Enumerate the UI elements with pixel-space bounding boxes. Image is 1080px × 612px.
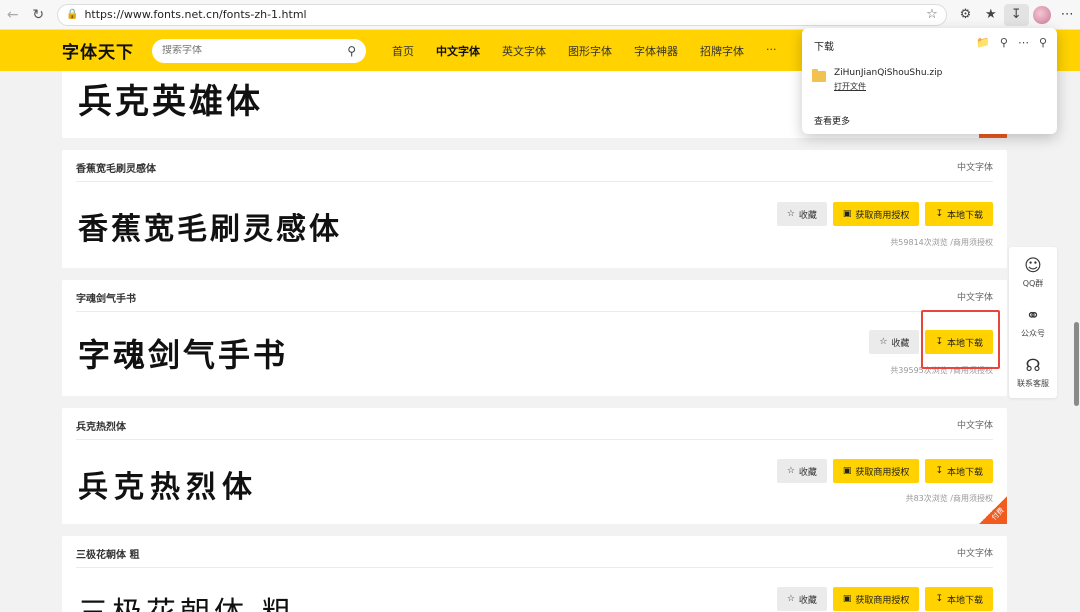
favorites-icon[interactable]: ★ [978, 4, 1003, 26]
download-file-name[interactable]: ZiHunJianQiShouShu.zip [834, 68, 942, 78]
search-icon[interactable]: ⚲ [1000, 36, 1008, 49]
scrollbar-thumb[interactable] [1074, 322, 1079, 406]
search-input[interactable] [162, 45, 348, 56]
wechat-account-button[interactable]: ⚭ 公众号 [1009, 297, 1057, 347]
address-bar[interactable]: 🔒 https://www.fonts.net.cn/fonts-zh-1.ht… [57, 3, 947, 26]
nav-font-tools[interactable]: 字体神器 [634, 43, 678, 59]
font-stats: 共59814次浏览 /商用须授权 [890, 238, 993, 247]
downloads-popup: 下载 📁 ⚲ ⋯ ⚲ ZiHunJianQiShouShu.zip 打开文件 查… [802, 28, 1057, 134]
more-icon[interactable]: ⋯ [1018, 36, 1029, 49]
get-license-button[interactable]: ▣ 获取商用授权 [832, 202, 920, 226]
font-title[interactable]: 香蕉宽毛刷灵感体 [76, 160, 156, 175]
favorite-button[interactable]: ☆ 收藏 [869, 330, 920, 354]
extensions-icon[interactable]: ⚙ [953, 4, 978, 26]
font-title[interactable]: 字魂剑气手书 [76, 290, 136, 305]
font-category: 中文字体 [956, 293, 993, 303]
star-icon: ☆ [786, 209, 795, 219]
star-icon: ☆ [786, 594, 795, 604]
more-menu-icon[interactable]: ⋯ [1055, 4, 1080, 26]
star-icon: ☆ [879, 337, 888, 347]
downloads-title: 下载 [814, 42, 834, 53]
download-icon: ↧ [935, 466, 943, 476]
star-icon: ☆ [786, 466, 795, 476]
font-card: 兵克热烈体 中文字体 兵克热烈体 ☆ 收藏 ▣ 获取商用授权 ↧ 本地下载 共83次浏… [62, 408, 1007, 524]
download-icon: ↧ [935, 209, 943, 219]
font-title[interactable]: 兵克热烈体 [76, 418, 126, 433]
nav-chinese-fonts[interactable]: 中文字体 [436, 43, 480, 59]
customer-service-button[interactable]: ☊ 联系客服 [1009, 347, 1057, 397]
font-preview[interactable]: 三极花朝体 粗 [78, 588, 296, 612]
local-download-button[interactable]: ↧ 本地下载 [925, 459, 993, 483]
highlight-box [921, 310, 1000, 369]
favorite-button[interactable]: ☆ 收藏 [776, 459, 827, 483]
license-icon: ▣ [842, 594, 852, 604]
card-divider [76, 567, 993, 568]
top-nav: 首页 中文字体 英文字体 图形字体 字体神器 招牌字体 ··· [392, 43, 799, 59]
font-card: 字魂剑气手书 中文字体 字魂剑气手书 ☆ 收藏 ↧ 本地下载 共39595次浏览 /… [62, 280, 1007, 396]
download-icon: ↧ [935, 594, 943, 604]
qq-icon: ☺ [1024, 255, 1042, 276]
url-text: https://www.fonts.net.cn/fonts-zh-1.html [84, 8, 307, 21]
download-item[interactable]: ZiHunJianQiShouShu.zip 打开文件 [812, 68, 942, 92]
nav-signboard-fonts[interactable]: 招牌字体 [700, 43, 744, 59]
reload-icon[interactable]: ↻ [28, 4, 50, 26]
license-icon: ▣ [842, 466, 852, 476]
search-box[interactable]: ⚲ [152, 38, 366, 63]
font-title[interactable]: 三极花朝体 粗 [76, 546, 139, 561]
downloads-actions: 📁 ⚲ ⋯ ⚲ [976, 36, 1047, 49]
see-more-link[interactable]: 查看更多 [814, 114, 850, 127]
font-card: 三极花朝体 粗 中文字体 三极花朝体 粗 ☆收藏 ▣获取商用授权 ↧本地下载 [62, 536, 1007, 612]
nav-english-fonts[interactable]: 英文字体 [502, 43, 546, 59]
headset-icon: ☊ [1025, 355, 1041, 376]
lock-icon: 🔒 [66, 9, 79, 20]
card-actions: ☆ 收藏 ▣ 获取商用授权 ↧ 本地下载 [776, 459, 993, 483]
font-preview[interactable]: 字魂剑气手书 [78, 330, 288, 376]
folder-icon[interactable]: 📁 [976, 36, 990, 49]
font-preview[interactable]: 兵克热烈体 [78, 462, 258, 506]
paid-corner-badge: 付费 [979, 496, 1007, 524]
nav-home[interactable]: 首页 [392, 43, 414, 59]
favorite-button[interactable]: ☆ 收藏 [776, 202, 827, 226]
font-category: 中文字体 [956, 163, 993, 173]
card-divider [76, 311, 993, 312]
nav-more[interactable]: ··· [766, 43, 777, 59]
get-license-button[interactable]: ▣ 获取商用授权 [832, 587, 920, 611]
font-preview[interactable]: 兵克英雄体 [78, 74, 263, 123]
font-card: 香蕉宽毛刷灵感体 中文字体 香蕉宽毛刷灵感体 ☆ 收藏 ▣ 获取商用授权 ↧ 本地下载… [62, 150, 1007, 268]
zip-file-icon [812, 69, 826, 82]
search-icon[interactable]: ⚲ [347, 44, 356, 58]
license-icon: ▣ [842, 209, 852, 219]
qq-group-button[interactable]: ☺ QQ群 [1009, 247, 1057, 297]
card-actions: ☆ 收藏 ▣ 获取商用授权 ↧ 本地下载 [776, 587, 993, 611]
pin-icon[interactable]: ⚲ [1039, 36, 1047, 49]
site-logo[interactable]: 字体天下 [62, 38, 134, 63]
get-license-button[interactable]: ▣ 获取商用授权 [832, 459, 920, 483]
local-download-button[interactable]: ↧ 本地下载 [925, 202, 993, 226]
bookmark-star-icon[interactable]: ☆ [926, 7, 938, 22]
favorite-button[interactable]: ☆ 收藏 [776, 587, 827, 611]
card-divider [76, 439, 993, 440]
browser-toolbar: ← ↻ 🔒 https://www.fonts.net.cn/fonts-zh-… [0, 0, 1080, 30]
card-actions: ☆ 收藏 ▣ 获取商用授权 ↧ 本地下载 [776, 202, 993, 226]
float-toolbar: ☺ QQ群 ⚭ 公众号 ☊ 联系客服 [1009, 247, 1057, 398]
open-file-link[interactable]: 打开文件 [834, 81, 942, 92]
font-category: 中文字体 [956, 421, 993, 431]
back-arrow-icon[interactable]: ← [2, 4, 24, 26]
downloads-icon[interactable]: ↧ [1003, 3, 1029, 26]
local-download-button[interactable]: ↧ 本地下载 [925, 587, 993, 611]
font-preview[interactable]: 香蕉宽毛刷灵感体 [78, 204, 342, 248]
card-divider [76, 181, 993, 182]
wechat-icon: ⚭ [1025, 305, 1041, 326]
font-category: 中文字体 [956, 549, 993, 559]
profile-avatar[interactable] [1032, 5, 1051, 24]
nav-graphic-fonts[interactable]: 图形字体 [568, 43, 612, 59]
